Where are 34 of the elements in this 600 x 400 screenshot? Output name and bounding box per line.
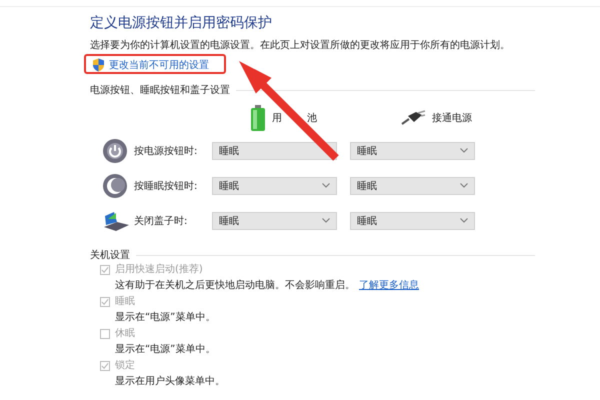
shield-icon — [92, 58, 105, 72]
chevron-icon — [460, 218, 468, 223]
section-heading: 电源按钮、睡眠按钮和盖子设置 — [90, 84, 230, 97]
option-label: 睡眠 — [115, 294, 135, 309]
option-label: 休眠 — [115, 327, 135, 341]
dropdown[interactable]: 睡眠 — [212, 212, 337, 230]
option-note: 显示在“电源”菜单中。 — [115, 312, 216, 323]
dropdown[interactable]: 睡眠 — [350, 212, 475, 230]
dropdown[interactable]: 睡眠 — [350, 176, 475, 194]
option-note: 这有助于在关机之后更快地启动电脑。不会影响重启。 — [115, 280, 355, 291]
description-text: 选择要为你的计算机设置的电源设置。在此页上对设置所做的更改将应用于你所有的电源计划。 — [90, 39, 511, 53]
moon-icon — [102, 172, 128, 198]
dropdown[interactable]: 睡眠 — [350, 142, 475, 160]
dropdown[interactable]: 睡眠 — [212, 176, 337, 194]
column-heading: 用 池 — [272, 112, 318, 125]
battery-icon — [250, 105, 266, 131]
power-icon — [102, 138, 128, 164]
row-label: 按电源按钮时: — [134, 144, 198, 158]
column-heading: 接通电源 — [432, 112, 472, 125]
section-heading: 关机设置 — [90, 248, 130, 262]
dropdown[interactable]: 睡眠 — [212, 142, 337, 160]
page-title: 定义电源按钮并启用密码保护 — [90, 14, 273, 33]
option-label: 锁定 — [115, 358, 135, 373]
plug-icon — [400, 110, 426, 126]
chevron-icon — [322, 218, 330, 223]
change-settings-link[interactable]: 更改当前不可用的设置 — [92, 58, 209, 72]
option-note: 显示在“电源”菜单中。 — [115, 344, 216, 355]
chevron-icon — [460, 183, 468, 188]
row-label: 关闭盖子时: — [134, 214, 188, 228]
row-label: 按睡眠按钮时: — [134, 180, 198, 192]
chevron-icon — [322, 183, 330, 188]
chevron-icon — [460, 148, 468, 153]
option-note: 显示在用户头像菜单中。 — [115, 376, 225, 387]
option-label: 启用快速启动(推荐) — [115, 262, 203, 277]
